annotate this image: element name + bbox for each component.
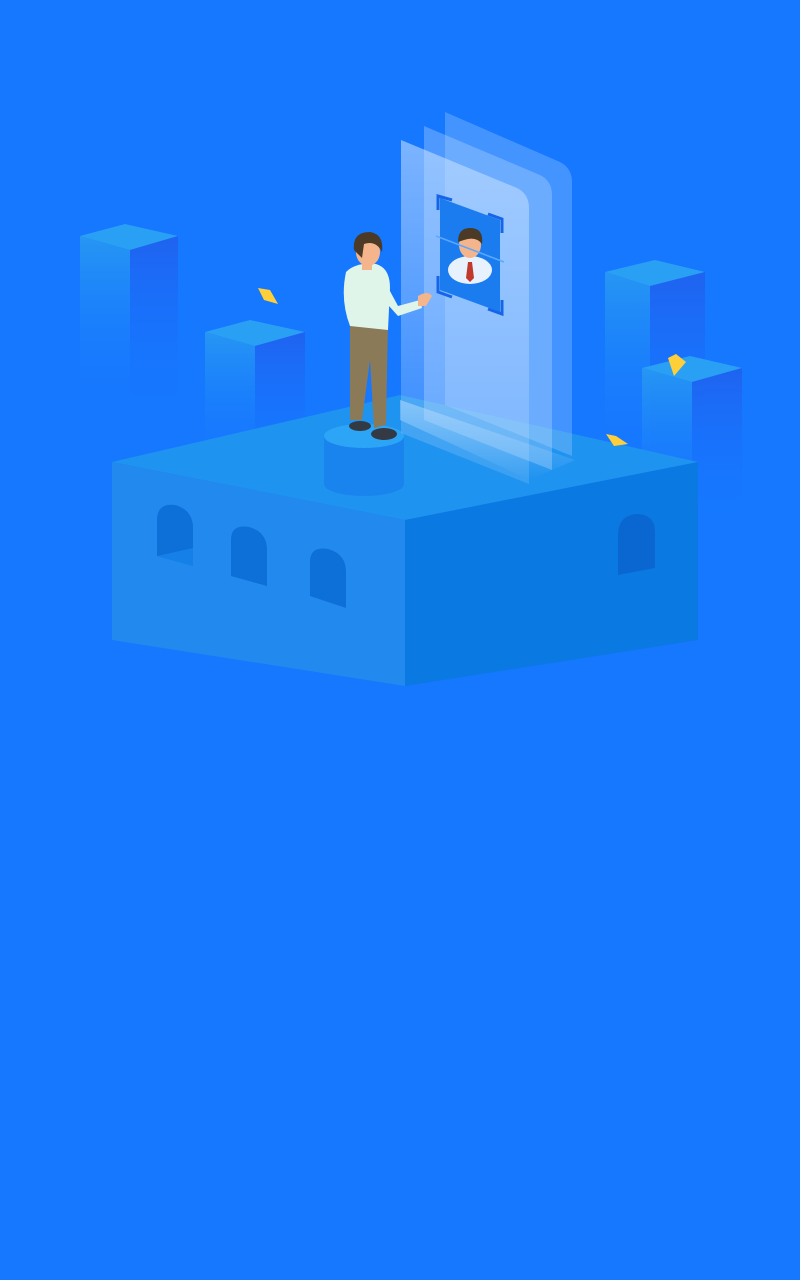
confetti-1 <box>258 288 278 304</box>
splash-screen <box>0 0 800 1280</box>
tower-left-back <box>80 224 178 420</box>
content-area <box>0 760 800 1280</box>
face-recognition-illustration <box>80 112 742 686</box>
